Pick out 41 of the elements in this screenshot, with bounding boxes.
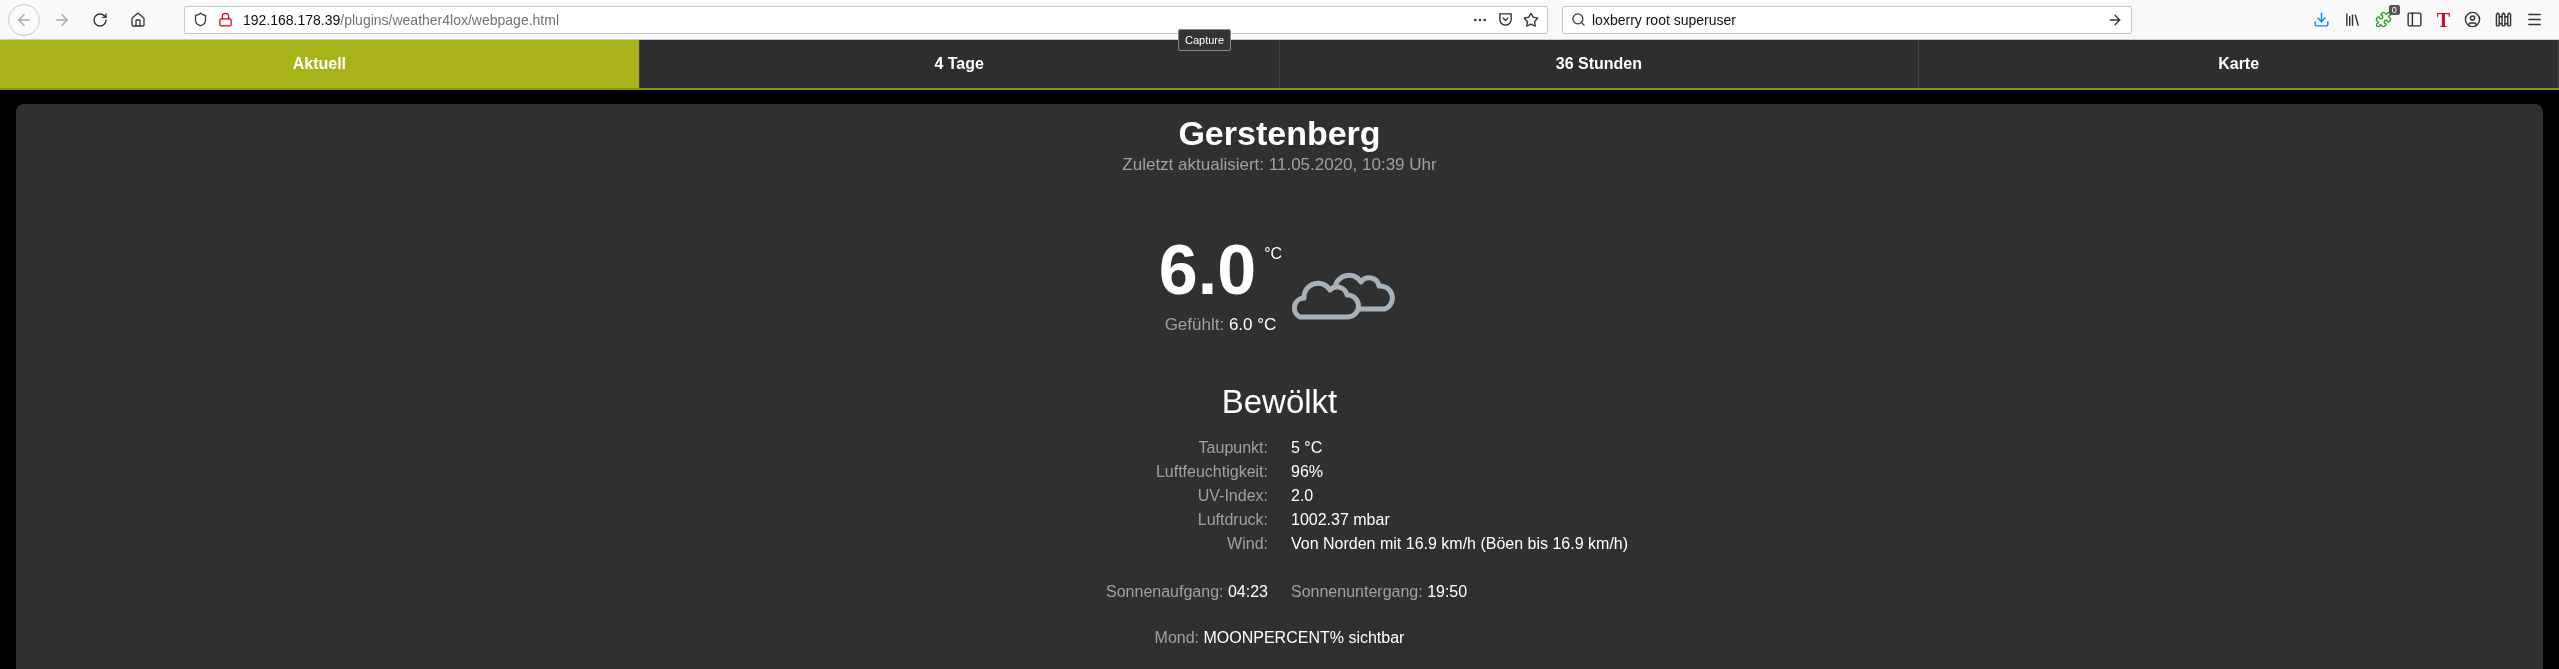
- condition-text: Bewölkt: [1221, 383, 1338, 421]
- detail-label: UV-Index:: [1197, 487, 1268, 505]
- updated-text: Zuletzt aktualisiert: 11.05.2020, 10:39 Uhr: [1122, 155, 1437, 175]
- moon-text: Mond: MOONPERCENT% sichtbar: [1154, 629, 1405, 647]
- download-icon[interactable]: [2312, 11, 2330, 28]
- detail-label: Luftdruck:: [1197, 511, 1268, 529]
- extension-badge: 0: [2388, 5, 2400, 15]
- menu-icon[interactable]: [2526, 11, 2543, 28]
- feels-like-text: Gefühlt: 6.0 °C: [1164, 315, 1277, 335]
- nav-tab[interactable]: Karte: [1919, 40, 2559, 88]
- sun-time-text: Sonnenuntergang: 19:50: [1291, 583, 1468, 601]
- puzzle-icon[interactable]: [2374, 11, 2392, 28]
- detail-value: Von Norden mit 16.9 km/h (Böen bis 16.9 km/h): [1291, 535, 1629, 553]
- library-icon[interactable]: [2343, 11, 2361, 28]
- tooltip: Capture: [1178, 29, 1232, 51]
- detail-label: Wind:: [1227, 535, 1268, 553]
- temperature-value: 6.0: [1158, 235, 1257, 305]
- sun-time-text: Sonnenaufgang: 04:23: [1106, 583, 1268, 601]
- location-title: Gerstenberg: [1178, 114, 1381, 153]
- detail-value: 2.0: [1291, 487, 1314, 505]
- detail-label: Taupunkt:: [1198, 439, 1268, 457]
- fence-icon[interactable]: [2495, 11, 2512, 28]
- account-icon[interactable]: [2464, 11, 2481, 28]
- url-text: 192.168.178.39/plugins/weather4lox/webpage.html: [243, 11, 561, 28]
- temperature-unit: °C: [1264, 245, 1283, 263]
- home-icon: [130, 11, 146, 28]
- pocket-icon[interactable]: [1498, 12, 1513, 27]
- insecure-lock-icon[interactable]: [218, 12, 233, 27]
- search-field[interactable]: loxberry root superuser: [1562, 5, 2132, 34]
- detail-label: Luftfeuchtigkeit:: [1155, 463, 1268, 481]
- nav-tab[interactable]: 36 Stunden: [1279, 40, 1920, 88]
- shield-icon[interactable]: [193, 12, 208, 27]
- reload-icon: [92, 11, 108, 28]
- detail-value: 96%: [1291, 463, 1324, 481]
- bookmark-star-icon[interactable]: [1523, 11, 1539, 28]
- detail-value: 5 °C: [1291, 439, 1323, 457]
- extension-letter-icon[interactable]: T: [2436, 9, 2450, 30]
- address-field[interactable]: 192.168.178.39/plugins/weather4lox/webpage.html: [184, 5, 1548, 34]
- sidebar-icon[interactable]: [2405, 11, 2423, 28]
- search-icon: [1571, 12, 1586, 27]
- detail-value: 1002.37 mbar: [1291, 511, 1390, 529]
